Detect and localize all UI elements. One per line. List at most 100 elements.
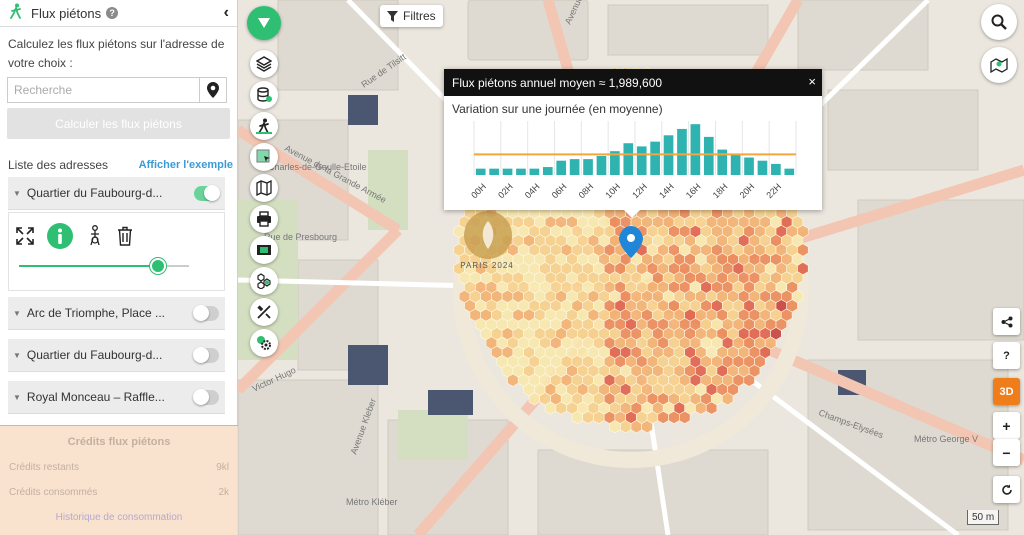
locate-pin-button[interactable] [200,77,227,103]
heat-hexagon [678,410,691,424]
folded-map-icon [256,180,272,196]
address-item[interactable]: ▼ Royal Monceau – Raffle... [8,381,225,414]
chevron-down-icon[interactable]: ▼ [13,351,21,360]
pedestrian-icon [8,3,24,24]
help-button[interactable]: ? [993,342,1020,369]
gear-icon [257,336,271,350]
address-item[interactable]: ▼ Quartier du Faubourg-d... [8,177,225,210]
credits-row: Crédits consommés 2k [0,487,238,498]
chart-bar [771,163,781,175]
select-area-button[interactable] [250,143,278,171]
consumption-history-link[interactable]: Historique de consommation [0,512,238,523]
credits-row: Crédits restants 9kl [0,462,238,473]
reset-rotation-button[interactable] [993,476,1020,503]
search-row [7,77,230,103]
settings-button[interactable] [250,329,278,357]
metro-label: Métro Kléber [346,497,398,507]
map-view-button[interactable] [250,174,278,202]
film-icon [257,245,271,255]
chart-bar [475,168,486,175]
address-toggle[interactable] [193,305,219,321]
chart-tick-label: 06H [550,182,569,201]
heat-hexagon [619,420,632,434]
heat-hexagon [743,373,755,387]
help-icon[interactable]: ? [106,7,119,19]
credits-panel: Crédits flux piétons Crédits restants 9k… [0,425,238,535]
heat-hexagon [593,410,605,424]
hourly-flux-chart: 00H 02H 04H 06H 08H 10H 12H 14H 16H 18H 20H 22H [469,121,797,201]
tools-button[interactable] [250,298,278,326]
popup-close-button[interactable]: × [808,74,816,89]
rotate-icon [1001,484,1012,495]
chevron-down-icon[interactable]: ▼ [13,309,21,318]
filters-button[interactable]: Filtres [380,5,443,27]
trash-icon[interactable] [117,226,133,246]
credits-value: 9kl [216,462,229,473]
chart-tick-label: 14H [657,182,676,201]
video-button[interactable] [250,236,278,264]
zoom-out-button[interactable]: − [993,439,1020,466]
chart-bar [784,168,795,175]
show-example-link[interactable]: Afficher l'exemple [139,159,233,171]
map-pin-icon [207,82,219,98]
chart-bar [489,168,499,175]
expand-icon[interactable] [16,227,34,245]
address-actions [16,223,133,249]
hexagon-grid-button[interactable] [250,267,278,295]
chevron-down-icon[interactable]: ▼ [13,189,21,198]
address-label: Royal Monceau – Raffle... [26,390,165,404]
pedestrian-icon [256,118,272,134]
paris-2024-text: PARIS 2024 [460,261,513,270]
zoom-in-button[interactable]: + [993,412,1020,439]
address-toggle[interactable] [193,389,219,405]
basemap-button[interactable] [981,47,1017,83]
database-icon [257,87,272,102]
heat-hexagon [630,420,643,434]
share-button[interactable] [993,308,1020,335]
chart-tick-label: 12H [630,182,649,201]
address-item[interactable]: ▼ Arc de Triomphe, Place ... [8,297,225,330]
opacity-slider[interactable] [19,258,189,274]
search-icon [991,14,1007,30]
info-icon[interactable] [47,223,73,249]
metro-label: Charles-de-Gaulle-Etoile [268,162,367,172]
heat-hexagon [641,420,653,434]
heat-hexagon [721,392,734,406]
address-toggle[interactable] [194,185,220,201]
heat-hexagon [528,392,541,406]
print-button[interactable] [250,205,278,233]
pedestrian-flow-button[interactable] [250,112,278,140]
heat-hexagon [668,410,680,424]
credits-title: Crédits flux piétons [67,436,171,448]
chart-bar [569,159,580,175]
layers-button[interactable] [250,50,278,78]
chart-bar [677,128,687,175]
address-detail-panel [8,212,225,291]
chart-bar [596,155,607,175]
chart-bar [529,168,540,175]
chevron-down-icon[interactable]: ▼ [13,393,21,402]
menu-toggle-button[interactable] [247,6,281,40]
map-view[interactable]: PARIS 2024 Rue de Tilsitt Avenue de la G… [238,0,1024,535]
chart-tick-label: 10H [603,182,622,201]
address-toggle[interactable] [193,347,219,363]
calculate-flux-button[interactable]: Calculer les flux piétons [7,108,230,139]
triangle-down-icon [258,18,270,28]
address-item[interactable]: ▼ Quartier du Faubourg-d... [8,339,225,372]
chart-bar [636,146,647,175]
share-icon [1001,316,1012,327]
sidebar: Flux piétons ? ‹ Calculez les flux piéto… [0,0,238,535]
popup-subtitle: Variation sur une journée (en moyenne) [452,102,663,116]
chart-bar [583,159,593,175]
database-button[interactable] [250,81,278,109]
flux-popup: Flux piétons annuel moyen ≈ 1,989,600 × … [444,69,822,218]
address-label: Quartier du Faubourg-d... [26,186,163,200]
search-map-button[interactable] [981,4,1017,40]
toggle-3d-button[interactable]: 3D [993,378,1020,405]
chart-bar [703,136,714,175]
chart-tick-label: 20H [738,182,757,201]
chart-bar [542,167,553,175]
address-search-input[interactable] [7,77,200,103]
collapse-sidebar-button[interactable]: ‹ [224,4,229,22]
pedestrian-settings-icon[interactable] [86,225,104,247]
